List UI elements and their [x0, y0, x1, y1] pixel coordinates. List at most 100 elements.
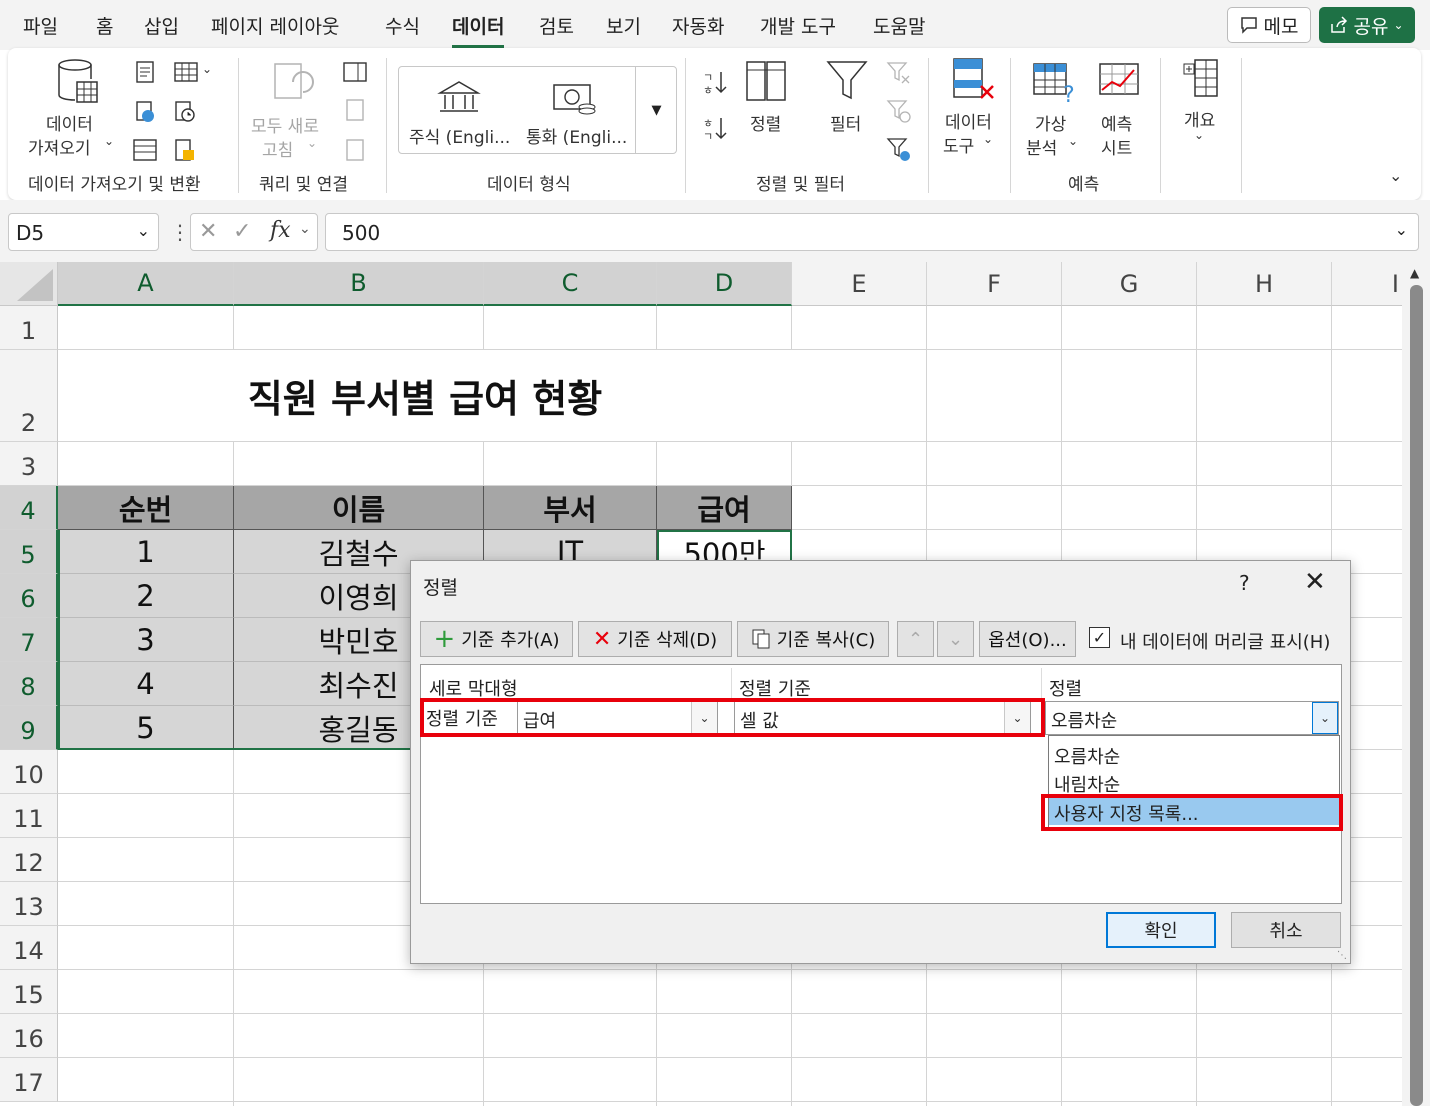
- tab-data[interactable]: 데이터: [452, 12, 505, 48]
- chevron-down-icon[interactable]: ⌄: [137, 221, 150, 240]
- table-cell[interactable]: 4: [58, 662, 234, 706]
- headers-checkbox-label[interactable]: 내 데이터에 머리글 표시(H): [1120, 628, 1330, 654]
- sort-button[interactable]: 정렬: [750, 110, 781, 135]
- tab-help[interactable]: 도움말: [873, 12, 925, 39]
- row-header-3[interactable]: 3: [0, 442, 58, 486]
- copy-level-button[interactable]: 기준 복사(C): [737, 621, 889, 657]
- row-header-7[interactable]: 7: [0, 618, 58, 662]
- help-button[interactable]: ?: [1239, 571, 1250, 595]
- tab-page-layout[interactable]: 페이지 레이아웃: [211, 12, 339, 39]
- what-if-label-1[interactable]: 가상: [1035, 110, 1066, 135]
- tab-home[interactable]: 홈: [96, 12, 113, 39]
- cancel-icon[interactable]: ✕: [199, 219, 217, 244]
- tab-view[interactable]: 보기: [606, 12, 641, 39]
- table-cell[interactable]: 3: [58, 618, 234, 662]
- sheet-title[interactable]: 직원 부서별 급여 현황: [58, 350, 792, 441]
- order-option-ascending[interactable]: 오름차순: [1049, 740, 1339, 768]
- column-header-d[interactable]: D: [657, 262, 792, 306]
- gallery-more-button[interactable]: ▼: [635, 67, 677, 153]
- get-data-label-1[interactable]: 데이터: [46, 110, 93, 135]
- row-header-2[interactable]: 2: [0, 350, 58, 442]
- collapse-ribbon-icon[interactable]: ⌄: [1389, 166, 1402, 185]
- column-header-h[interactable]: H: [1197, 262, 1332, 306]
- get-data-label-2[interactable]: 가져오기: [28, 134, 91, 159]
- data-tools-label-1[interactable]: 데이터: [945, 108, 992, 133]
- delete-level-button[interactable]: ✕ 기준 삭제(D): [578, 621, 732, 657]
- ok-button[interactable]: 확인: [1106, 912, 1216, 948]
- column-header-c[interactable]: C: [484, 262, 657, 306]
- chevron-down-icon[interactable]: ⌄: [1312, 702, 1338, 734]
- name-box[interactable]: D5 ⌄: [8, 213, 159, 251]
- resize-grip-icon[interactable]: ⋱: [1337, 950, 1347, 961]
- formula-input[interactable]: 500 ⌄: [325, 213, 1419, 251]
- row-header-6[interactable]: 6: [0, 574, 58, 618]
- table-header-cell[interactable]: 순번: [58, 486, 234, 530]
- table-header-cell[interactable]: 부서: [484, 486, 657, 530]
- row-header-10[interactable]: 10: [0, 750, 58, 794]
- column-header-f[interactable]: F: [927, 262, 1062, 306]
- table-header-cell[interactable]: 급여: [657, 486, 792, 530]
- existing-connections-icon[interactable]: [132, 138, 158, 166]
- order-option-descending[interactable]: 내림차순: [1049, 768, 1339, 796]
- table-cell[interactable]: 2: [58, 574, 234, 618]
- from-web-icon[interactable]: [134, 100, 156, 128]
- recent-sources-icon[interactable]: [173, 100, 197, 128]
- column-header-b[interactable]: B: [234, 262, 484, 306]
- data-tools-label-2[interactable]: 도구: [943, 132, 974, 157]
- row-header-11[interactable]: 11: [0, 794, 58, 838]
- from-file-icon[interactable]: [173, 138, 197, 166]
- insert-function-icon[interactable]: fx: [270, 218, 291, 243]
- sort-ascending-icon[interactable]: ㄱㅎ: [701, 68, 729, 102]
- chevron-down-icon[interactable]: ⌄: [299, 221, 311, 237]
- move-down-button[interactable]: ⌄: [937, 621, 974, 657]
- row-header-8[interactable]: 8: [0, 662, 58, 706]
- forecast-sheet-label-2[interactable]: 시트: [1101, 134, 1132, 159]
- from-text-icon[interactable]: [134, 60, 156, 88]
- more-options-icon[interactable]: ⋮: [170, 220, 190, 244]
- options-button[interactable]: 옵션(O)...: [979, 621, 1076, 657]
- queries-pane-icon[interactable]: [342, 60, 368, 88]
- expand-formula-icon[interactable]: ⌄: [1395, 220, 1408, 239]
- close-icon[interactable]: ✕: [1304, 567, 1326, 597]
- tab-developer[interactable]: 개발 도구: [760, 12, 836, 39]
- row-header-13[interactable]: 13: [0, 882, 58, 926]
- row-header-17[interactable]: 17: [0, 1058, 58, 1102]
- row-header-5[interactable]: 5: [0, 530, 58, 574]
- row-header-9[interactable]: 9: [0, 706, 58, 750]
- currency-button[interactable]: 통화 (Engli...: [526, 123, 627, 148]
- row-header-1[interactable]: 1: [0, 306, 58, 350]
- move-up-button[interactable]: ⌃: [897, 621, 934, 657]
- column-header-a[interactable]: A: [58, 262, 234, 306]
- row-header-12[interactable]: 12: [0, 838, 58, 882]
- stocks-button[interactable]: 주식 (Engli...: [409, 123, 510, 148]
- headers-checkbox[interactable]: ✓: [1089, 627, 1110, 648]
- scrollbar-thumb[interactable]: [1410, 285, 1423, 1106]
- column-header-i[interactable]: I: [1332, 262, 1402, 306]
- tab-automate[interactable]: 자동화: [672, 12, 724, 39]
- select-all-button[interactable]: [0, 262, 58, 306]
- row-header-4[interactable]: 4: [0, 486, 58, 530]
- tab-insert[interactable]: 삽입: [144, 12, 179, 39]
- tab-review[interactable]: 검토: [539, 12, 574, 39]
- order-combo[interactable]: 오름차순 ⌄: [1045, 701, 1339, 735]
- tab-formulas[interactable]: 수식: [385, 12, 420, 39]
- column-header-e[interactable]: E: [792, 262, 927, 306]
- row-header-14[interactable]: 14: [0, 926, 58, 970]
- from-table-icon[interactable]: [173, 60, 203, 88]
- enter-icon[interactable]: ✓: [233, 219, 251, 244]
- scroll-up-icon[interactable]: ▲: [1410, 266, 1419, 280]
- tab-file[interactable]: 파일: [23, 12, 58, 39]
- cancel-button[interactable]: 취소: [1231, 912, 1341, 948]
- what-if-label-2[interactable]: 분석: [1026, 134, 1057, 159]
- filter-button[interactable]: 필터: [830, 110, 861, 135]
- add-level-button[interactable]: + 기준 추가(A): [420, 621, 573, 657]
- row-header-16[interactable]: 16: [0, 1014, 58, 1058]
- table-cell[interactable]: 1: [58, 530, 234, 574]
- row-header-15[interactable]: 15: [0, 970, 58, 1014]
- refresh-all-label-1[interactable]: 모두 새로: [251, 112, 319, 137]
- table-header-cell[interactable]: 이름: [234, 486, 484, 530]
- forecast-sheet-label-1[interactable]: 예측: [1101, 110, 1132, 135]
- share-button[interactable]: 공유 ⌄: [1319, 7, 1415, 43]
- sort-descending-icon[interactable]: ㅎㄱ: [701, 114, 729, 148]
- advanced-filter-icon[interactable]: [886, 136, 912, 168]
